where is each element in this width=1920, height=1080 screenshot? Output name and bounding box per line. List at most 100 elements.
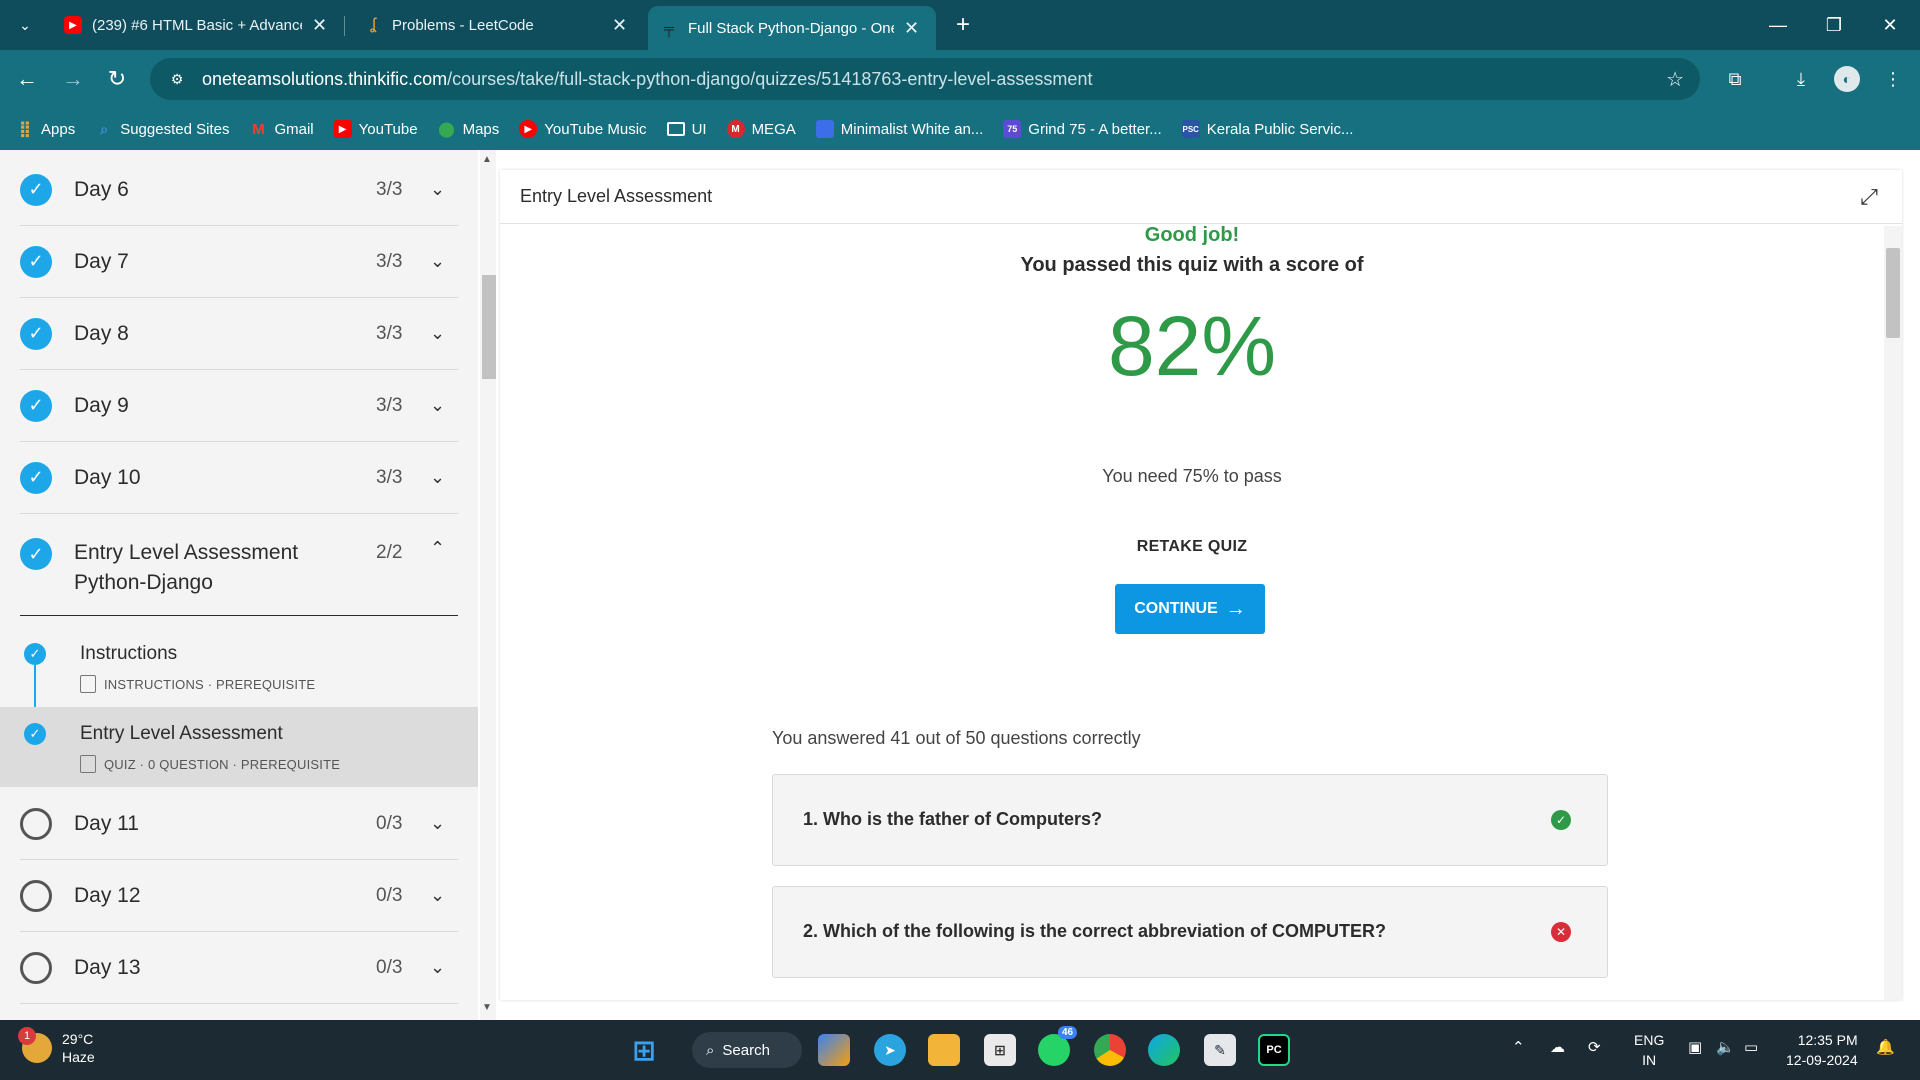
question-card-2[interactable]: 2. Which of the following is the correct… xyxy=(772,886,1608,978)
tray-overflow-chevron-icon[interactable]: ⌃ xyxy=(1512,1038,1525,1056)
copilot-icon[interactable] xyxy=(818,1034,850,1066)
sync-icon[interactable]: ⟳ xyxy=(1588,1038,1601,1056)
chapter-day-9[interactable]: ✓ Day 9 3/3 ⌄ xyxy=(20,370,458,442)
bookmark-grind75[interactable]: 75 Grind 75 - A better... xyxy=(1003,120,1162,138)
expand-icon[interactable]: ⤢ xyxy=(1854,182,1884,212)
taskbar-search[interactable]: ⌕ Search xyxy=(692,1032,802,1068)
chevron-down-icon[interactable]: ⌄ xyxy=(430,957,445,978)
volume-icon[interactable]: 🔈 xyxy=(1716,1038,1735,1056)
chapter-day-13[interactable]: Day 13 0/3 ⌄ xyxy=(20,932,458,1004)
panel-scrollbar[interactable] xyxy=(1884,226,1902,1000)
bookmark-label: YouTube Music xyxy=(544,120,647,138)
bookmark-maps[interactable]: ⬤ Maps xyxy=(438,120,499,139)
chevron-up-icon[interactable]: ⌃ xyxy=(430,538,445,559)
incorrect-x-icon: ✕ xyxy=(1551,922,1571,942)
scroll-down-arrow-icon[interactable]: ▼ xyxy=(482,1002,492,1013)
chapter-progress: 3/3 xyxy=(376,178,403,200)
extensions-icon[interactable]: ⧉ xyxy=(1722,66,1748,92)
chapter-title: Day 11 xyxy=(74,811,139,835)
battery-icon[interactable]: ▭ xyxy=(1744,1038,1758,1056)
file-explorer-icon[interactable] xyxy=(928,1034,960,1066)
onedrive-cloud-icon[interactable]: ☁ xyxy=(1550,1038,1565,1056)
panel-title: Entry Level Assessment xyxy=(520,186,713,206)
chevron-down-icon[interactable]: ⌄ xyxy=(430,467,445,488)
reload-icon[interactable]: ↻ xyxy=(102,64,132,94)
bookmark-kpsc[interactable]: PSC Kerala Public Servic... xyxy=(1181,120,1353,138)
edge-icon[interactable] xyxy=(1148,1034,1180,1066)
site-settings-icon[interactable]: ⚙ xyxy=(166,68,188,90)
chapter-day-6[interactable]: ✓ Day 6 3/3 ⌄ xyxy=(20,154,458,226)
url-text[interactable]: oneteamsolutions.thinkific.com/courses/t… xyxy=(202,69,1092,90)
sidebar-scrollbar-thumb[interactable] xyxy=(482,275,496,379)
back-arrow-icon[interactable]: ← xyxy=(12,64,42,94)
question-card-1[interactable]: 1. Who is the father of Computers? ✓ xyxy=(772,774,1608,866)
chapter-day-7[interactable]: ✓ Day 7 3/3 ⌄ xyxy=(20,226,458,298)
bookmark-mega[interactable]: M MEGA xyxy=(726,120,796,138)
menu-kebab-icon[interactable]: ⋮ xyxy=(1880,66,1906,92)
scroll-up-arrow-icon[interactable]: ▲ xyxy=(482,154,492,165)
close-window-icon[interactable]: ✕ xyxy=(1862,0,1918,50)
chevron-down-icon[interactable]: ⌄ xyxy=(430,885,445,906)
forward-arrow-icon[interactable]: → xyxy=(58,64,88,94)
chapter-day-8[interactable]: ✓ Day 8 3/3 ⌄ xyxy=(20,298,458,370)
bookmark-star-icon[interactable]: ☆ xyxy=(1666,67,1684,92)
telegram-icon[interactable]: ➤ xyxy=(874,1034,906,1066)
chapter-day-10[interactable]: ✓ Day 10 3/3 ⌄ xyxy=(20,442,458,514)
browser-tab-thinkific[interactable]: ╤ Full Stack Python-Django - One ✕ xyxy=(648,6,936,50)
weather-widget[interactable]: 1 29°C Haze xyxy=(18,1027,95,1066)
network-icon[interactable]: ▣ xyxy=(1688,1038,1702,1056)
chrome-icon[interactable] xyxy=(1094,1034,1126,1066)
notification-bell-icon[interactable]: 🔔 xyxy=(1876,1038,1895,1056)
tab-close-icon[interactable]: ✕ xyxy=(312,15,327,36)
chevron-down-icon[interactable]: ⌄ xyxy=(430,395,445,416)
input-language[interactable]: ENG IN xyxy=(1634,1030,1664,1070)
tab-title: Full Stack Python-Django - One xyxy=(688,19,894,37)
bookmark-apps[interactable]: ⣿ Apps xyxy=(16,120,75,139)
bookmark-gmail[interactable]: M Gmail xyxy=(249,120,313,138)
url-omnibox[interactable]: ⚙ oneteamsolutions.thinkific.com/courses… xyxy=(150,58,1700,100)
chevron-down-icon[interactable]: ⌄ xyxy=(430,813,445,834)
chevron-down-icon[interactable]: ⌄ xyxy=(430,323,445,344)
chapter-title-line1: Entry Level Assessment xyxy=(74,541,299,564)
browser-tab-youtube[interactable]: ▶ (239) #6 HTML Basic + Advance ✕ xyxy=(52,6,339,44)
tab-close-icon[interactable]: ✕ xyxy=(612,15,627,36)
profile-avatar-icon[interactable]: ◐ xyxy=(1834,66,1860,92)
tab-search-chevron-icon[interactable]: ⌄ xyxy=(10,10,40,40)
check-circle-icon: ✓ xyxy=(20,389,52,422)
notepad-icon[interactable]: ✎ xyxy=(1204,1034,1236,1066)
maps-icon: ⬤ xyxy=(438,121,455,138)
bookmark-minimalist[interactable]: Minimalist White an... xyxy=(815,120,983,138)
chapter-day-12[interactable]: Day 12 0/3 ⌄ xyxy=(20,860,458,932)
chapter-day-11[interactable]: Day 11 0/3 ⌄ xyxy=(20,788,458,860)
windows-start-icon[interactable]: ⊞ xyxy=(628,1034,660,1066)
system-clock[interactable]: 12:35 PM 12-09-2024 xyxy=(1786,1030,1858,1070)
minimize-icon[interactable]: — xyxy=(1750,0,1806,50)
check-circle-icon: ✓ xyxy=(24,643,46,665)
region-code: IN xyxy=(1642,1052,1657,1068)
retake-quiz-button[interactable]: RETAKE QUIZ xyxy=(500,538,1884,556)
tab-close-icon[interactable]: ✕ xyxy=(904,18,919,39)
download-icon[interactable]: ⤓ xyxy=(1788,66,1814,92)
panel-scrollbar-thumb[interactable] xyxy=(1886,248,1900,338)
lesson-entry-level-assessment[interactable]: ✓ Entry Level Assessment QUIZ · 0 QUESTI… xyxy=(0,707,478,787)
microsoft-store-icon[interactable]: ⊞ xyxy=(984,1034,1016,1066)
quiz-result-panel: Entry Level Assessment ⤢ Good job! You p… xyxy=(500,170,1902,1000)
chevron-down-icon[interactable]: ⌄ xyxy=(430,179,445,200)
restore-icon[interactable]: ❐ xyxy=(1806,0,1862,50)
lesson-instructions[interactable]: ✓ Instructions INSTRUCTIONS · PREREQUISI… xyxy=(0,627,478,707)
bookmark-ui-folder[interactable]: UI xyxy=(666,121,707,138)
bookmark-youtube-music[interactable]: ▶ YouTube Music xyxy=(519,120,647,138)
chapter-title: Day 7 xyxy=(74,249,129,273)
folder-icon xyxy=(666,122,685,136)
whatsapp-icon[interactable]: 46 xyxy=(1038,1026,1078,1066)
continue-button[interactable]: CONTINUE → xyxy=(1115,584,1265,634)
new-tab-button[interactable]: + xyxy=(948,10,978,40)
bookmark-suggested-sites[interactable]: ⌕ Suggested Sites xyxy=(95,120,229,138)
chevron-down-icon[interactable]: ⌄ xyxy=(430,251,445,272)
youtube-music-icon: ▶ xyxy=(519,120,538,138)
bookmark-youtube[interactable]: ▶ YouTube xyxy=(333,120,418,138)
browser-tab-leetcode[interactable]: ʆ Problems - LeetCode ✕ xyxy=(352,6,639,44)
chapter-title-line2: Python-Django xyxy=(74,571,213,594)
chapter-entry-level-assessment[interactable]: ✓ Entry Level Assessment Python-Django 2… xyxy=(20,514,458,616)
pycharm-icon[interactable]: PC xyxy=(1258,1034,1290,1066)
